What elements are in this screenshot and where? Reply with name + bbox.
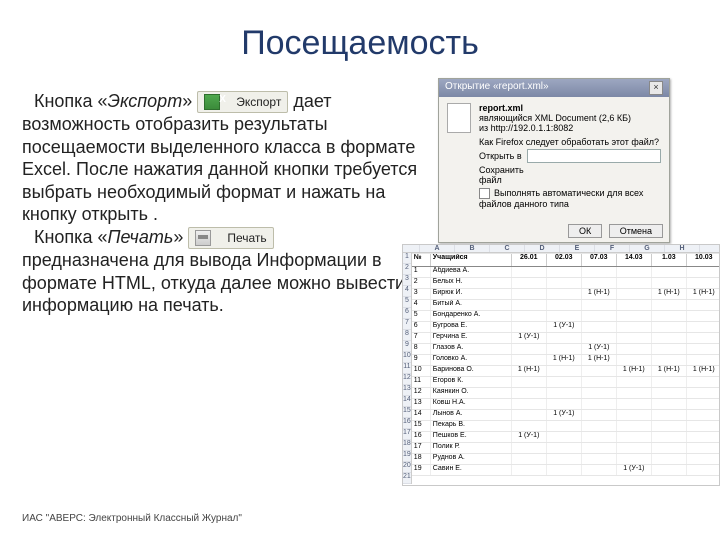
table-row: 3Бирюк И.1 (Н-1)1 (Н-1)1 (Н-1) bbox=[412, 289, 720, 300]
export-button-chip: Экспорт bbox=[197, 91, 288, 113]
print-label: Печать bbox=[215, 231, 266, 246]
dialog-titlebar: Открытие «report.xml» × bbox=[439, 79, 669, 97]
dialog-filetype: являющийся XML Document (2,6 КБ) bbox=[479, 113, 661, 123]
txt: Кнопка « bbox=[34, 91, 107, 111]
file-icon bbox=[447, 103, 471, 133]
table-row: 7Герчина Е.1 (У-1) bbox=[412, 333, 720, 344]
table-header-cell: 26.01 bbox=[512, 254, 547, 266]
table-row: 14Лынов А.1 (У-1) bbox=[412, 410, 720, 421]
table-header-cell: 14.03 bbox=[617, 254, 652, 266]
table-row: 10Баринова О.1 (Н-1)1 (Н-1)1 (Н-1)1 (Н-1… bbox=[412, 366, 720, 377]
table-row: 4Битый А. bbox=[412, 300, 720, 311]
table-row: 12Каянкин О. bbox=[412, 388, 720, 399]
export-label: Экспорт bbox=[224, 95, 281, 110]
table-header-cell: 1.03 bbox=[652, 254, 687, 266]
footer-text: ИАС "АВЕРС: Электронный Классный Журнал" bbox=[22, 513, 242, 524]
table-header-cell: № bbox=[412, 254, 431, 266]
table-row: 11Егоров К. bbox=[412, 377, 720, 388]
table-header-cell: 07.03 bbox=[582, 254, 617, 266]
open-in-select[interactable] bbox=[527, 149, 661, 163]
table-row: 17Полик Р. bbox=[412, 443, 720, 454]
table-row: 9Головко А.1 (Н-1)1 (Н-1) bbox=[412, 355, 720, 366]
dialog-filename: report.xml bbox=[479, 103, 661, 113]
print-button-chip: Печать bbox=[188, 227, 273, 249]
txt-export-word: Экспорт bbox=[107, 91, 182, 111]
open-file-dialog: Открытие «report.xml» × report.xml являю… bbox=[438, 78, 670, 243]
txt-print-word: Печать bbox=[107, 227, 173, 247]
save-file-label: Сохранить файл bbox=[479, 165, 527, 185]
slide-title: Посещаемость bbox=[0, 0, 720, 63]
excel-icon bbox=[204, 94, 220, 110]
txt: » bbox=[182, 91, 192, 111]
body-paragraphs: Кнопка «Экспорт» Экспорт дает возможност… bbox=[22, 90, 422, 317]
table-row: 13Ковш Н.А. bbox=[412, 399, 720, 410]
table-row: 18Руднов А. bbox=[412, 454, 720, 465]
table-row: 8Глазов А.1 (У-1) bbox=[412, 344, 720, 355]
txt: предназначена для вывода Информации в фо… bbox=[22, 249, 422, 317]
printer-icon bbox=[195, 230, 211, 246]
remember-checkbox[interactable]: Выполнять автоматически для всех файлов … bbox=[479, 188, 661, 209]
table-row: 16Пешков Е.1 (У-1) bbox=[412, 432, 720, 443]
table-row: 2Белых Н. bbox=[412, 278, 720, 289]
open-in-label: Открыть в bbox=[479, 151, 527, 161]
txt: » bbox=[173, 227, 183, 247]
dialog-title-text: Открытие «report.xml» bbox=[445, 81, 549, 95]
txt: возможность отобразить результаты посеща… bbox=[22, 113, 422, 226]
close-icon[interactable]: × bbox=[649, 81, 663, 95]
dialog-source: из http://192.0.1.1:8082 bbox=[479, 123, 661, 133]
excel-preview: ABCDEFGH 1234567891011121314151617181920… bbox=[402, 244, 720, 486]
table-row: 1Абдиева А. bbox=[412, 267, 720, 278]
dialog-question: Как Firefox следует обработать этот файл… bbox=[479, 137, 661, 147]
excel-column-letters: ABCDEFGH bbox=[403, 245, 719, 253]
ok-button[interactable]: ОК bbox=[568, 224, 602, 238]
cancel-button[interactable]: Отмена bbox=[609, 224, 663, 238]
table-row: 19Савин Е.1 (У-1) bbox=[412, 465, 720, 476]
table-row: 15Пекарь В. bbox=[412, 421, 720, 432]
table-row: 6Бугрова Е.1 (У-1) bbox=[412, 322, 720, 333]
txt: Кнопка « bbox=[34, 227, 107, 247]
txt: дает bbox=[293, 91, 331, 111]
table-header-cell: 02.03 bbox=[547, 254, 582, 266]
table-row: 5Бондаренко А. bbox=[412, 311, 720, 322]
table-header-cell: 10.03 bbox=[687, 254, 720, 266]
table-header-cell: Учащийся bbox=[431, 254, 512, 266]
excel-row-numbers: 123456789101112131415161718192021 bbox=[403, 253, 412, 484]
